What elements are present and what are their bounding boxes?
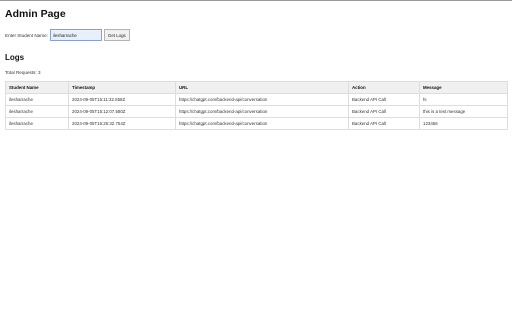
- cell-timestamp: 2024-09-05T15:12:07.580Z: [68, 105, 176, 118]
- column-header-action: Action: [348, 81, 420, 94]
- cell-url: https://chatgpt.com/backend-api/conversa…: [175, 117, 349, 130]
- student-name-input[interactable]: [49, 29, 102, 41]
- cell-action: Backend API Call: [348, 105, 420, 118]
- table-row: ilesharrache 2024-09-05T15:12:07.580Z ht…: [5, 105, 508, 118]
- table-row: ilesharrache 2024-09-05T15:11:32.558Z ht…: [5, 93, 508, 106]
- student-search-form: Enter Student Name: Get Logs: [5, 29, 130, 41]
- column-header-timestamp: Timestamp: [68, 81, 176, 94]
- student-name-label: Enter Student Name:: [5, 32, 48, 38]
- logs-heading: Logs: [5, 53, 25, 62]
- column-header-message: Message: [419, 81, 508, 94]
- table-header-row: Student Name Timestamp URL Action Messag…: [5, 81, 508, 94]
- cell-message: hi: [419, 93, 508, 106]
- logs-table: Student Name Timestamp URL Action Messag…: [5, 81, 508, 130]
- cell-timestamp: 2024-09-05T16:25:32.754Z: [68, 117, 176, 130]
- cell-student-name: ilesharrache: [5, 117, 69, 130]
- cell-message: 123456: [419, 117, 508, 130]
- get-logs-button[interactable]: Get Logs: [103, 29, 130, 41]
- cell-action: Backend API Call: [348, 93, 420, 106]
- table-row: ilesharrache 2024-09-05T16:25:32.754Z ht…: [5, 117, 508, 130]
- cell-url: https://chatgpt.com/backend-api/conversa…: [175, 93, 349, 106]
- cell-student-name: ilesharrache: [5, 93, 69, 106]
- total-requests-text: Total Requests: 3: [5, 70, 41, 75]
- cell-url: https://chatgpt.com/backend-api/conversa…: [175, 105, 349, 118]
- cell-message: this is a test message: [419, 105, 508, 118]
- cell-timestamp: 2024-09-05T15:11:32.558Z: [68, 93, 176, 106]
- page-title: Admin Page: [5, 8, 66, 20]
- window-top-border: [0, 0, 512, 1]
- column-header-url: URL: [175, 81, 349, 94]
- column-header-student-name: Student Name: [5, 81, 69, 94]
- cell-action: Backend API Call: [348, 117, 420, 130]
- cell-student-name: ilesharrache: [5, 105, 69, 118]
